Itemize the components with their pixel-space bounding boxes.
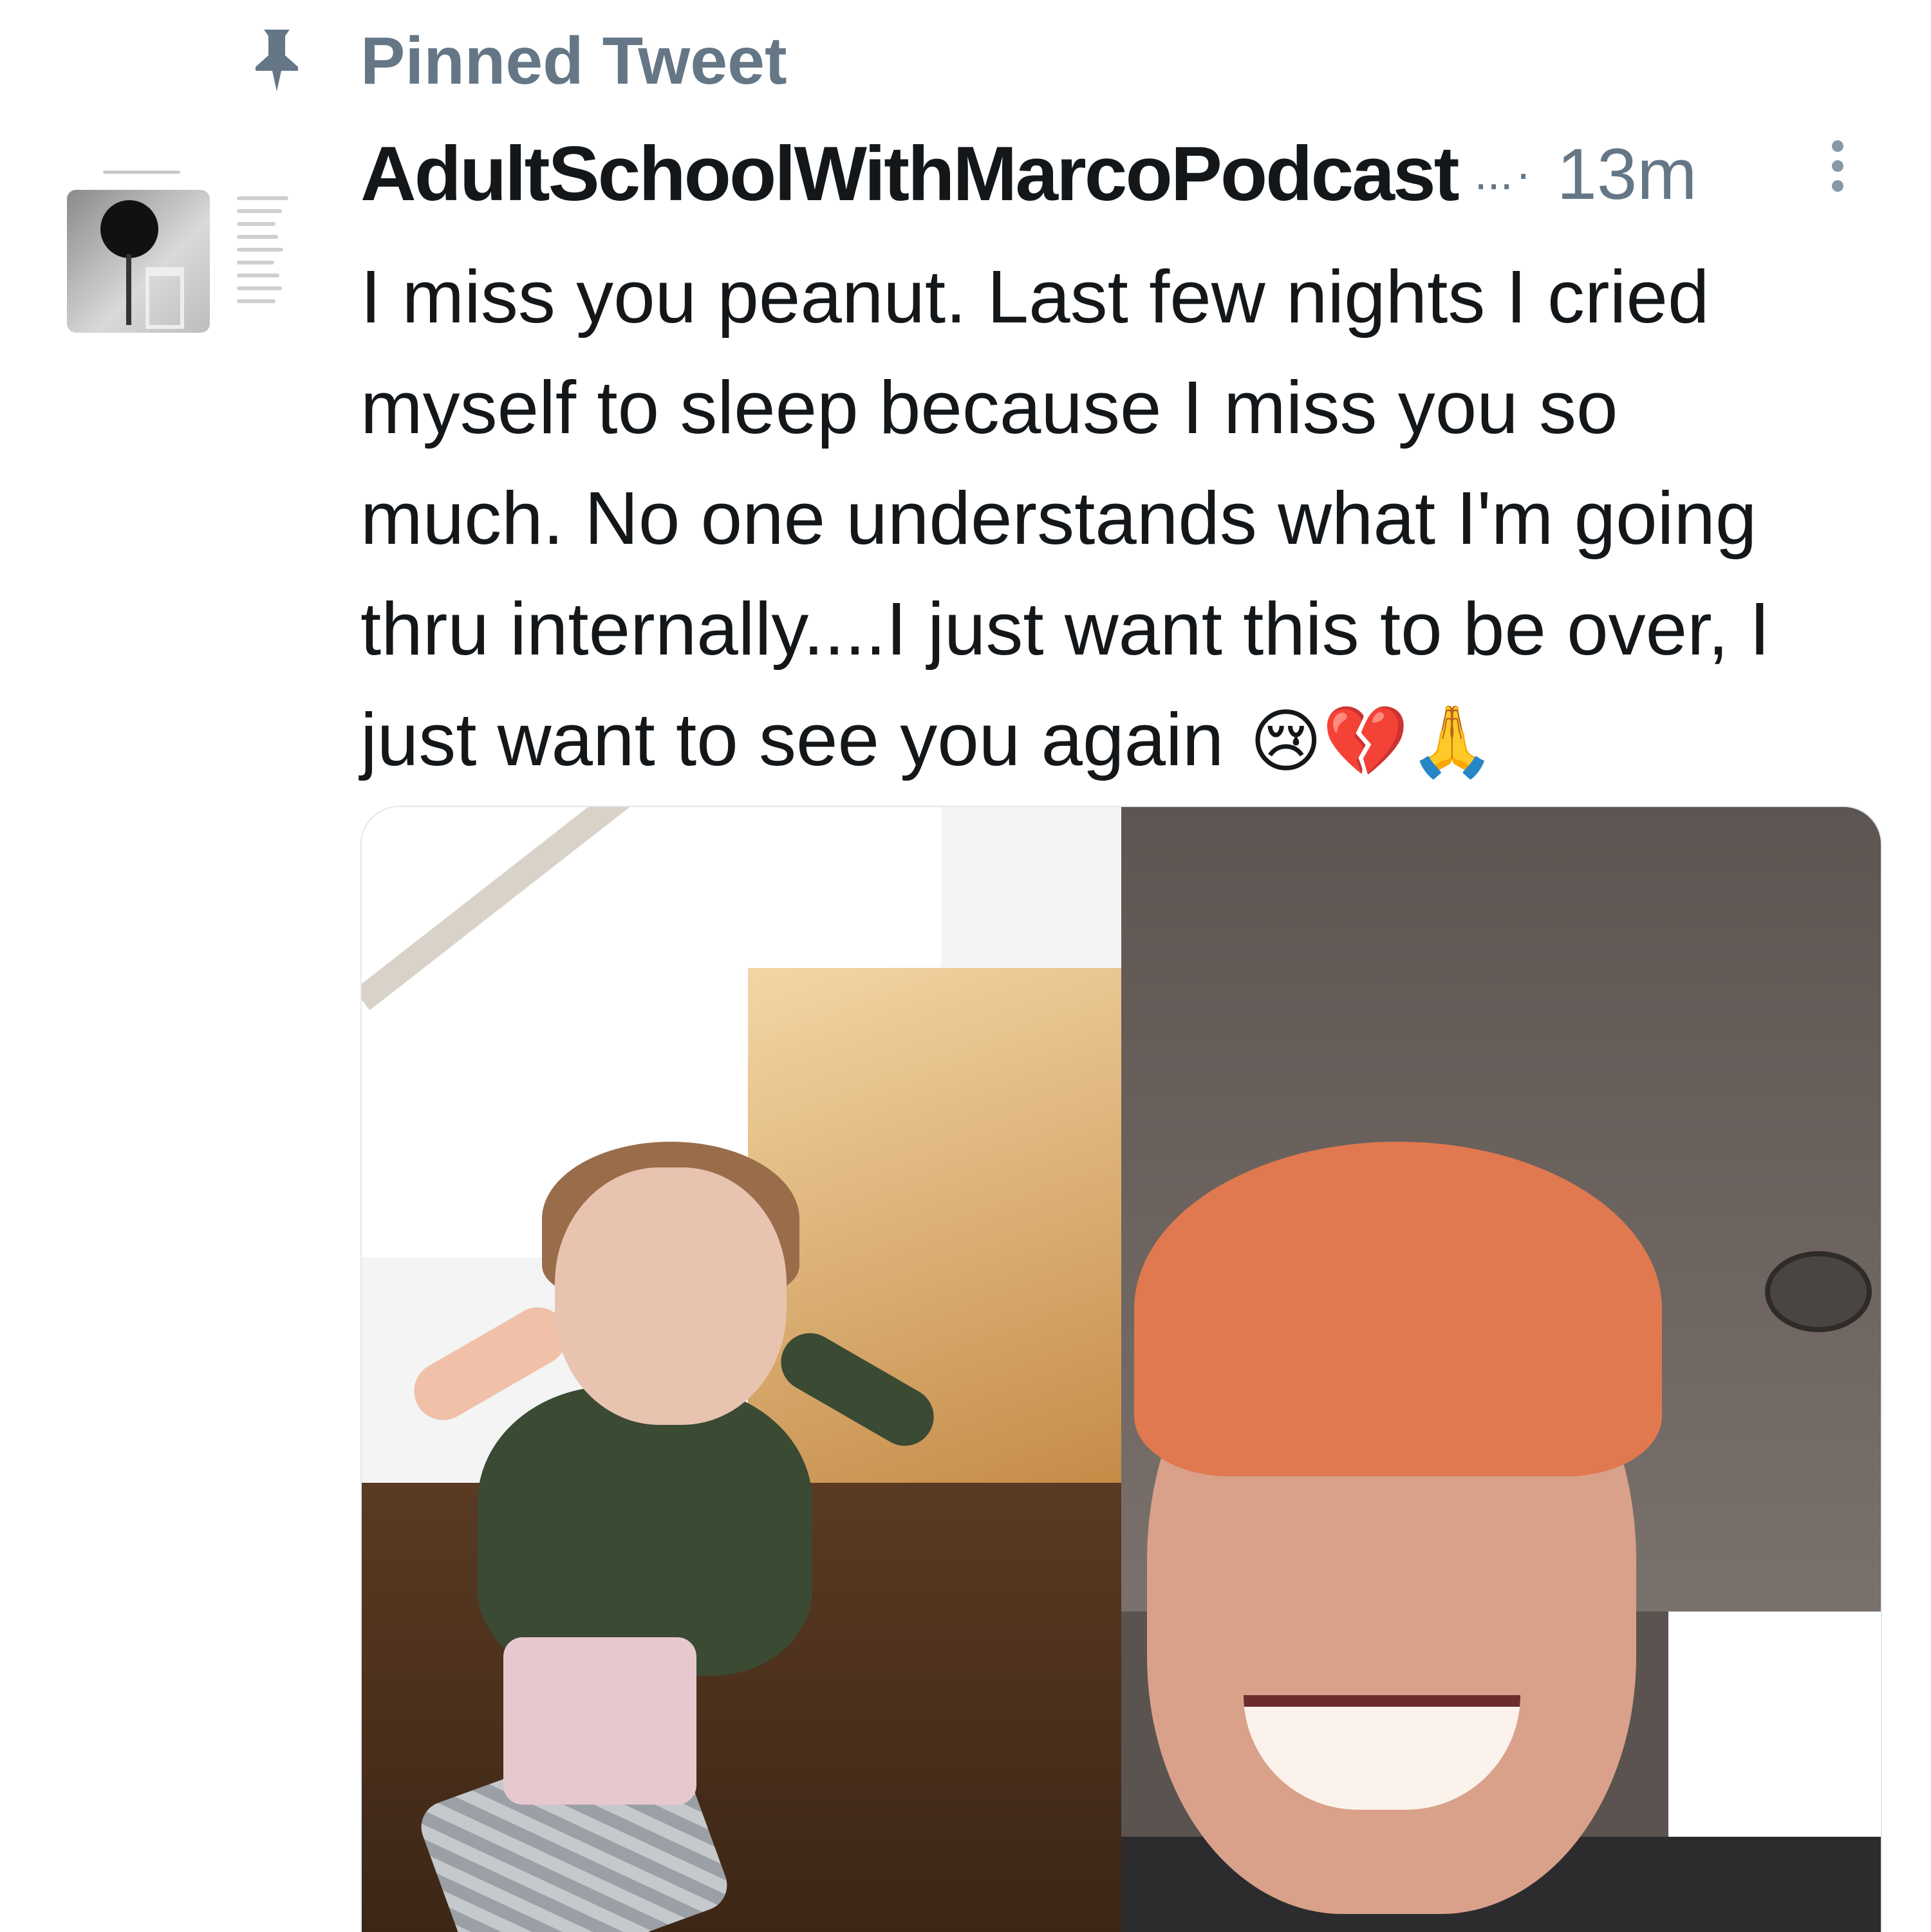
media-photo-man[interactable] (1121, 807, 1881, 1932)
tweet-timestamp[interactable]: 13m (1557, 133, 1697, 216)
tweet-emojis: 😢💔🙏 (1249, 702, 1496, 780)
avatar-photo (67, 190, 210, 333)
pin-icon (256, 30, 298, 91)
author-name[interactable]: AdultSchoolWithMarcoPodcast (360, 129, 1460, 218)
tweet-media[interactable] (360, 806, 1882, 1932)
tweet-header: AdultSchoolWithMarcoPodcast ... · 13m (360, 129, 1697, 218)
more-options-icon[interactable] (1825, 140, 1851, 205)
name-truncation: ... (1474, 148, 1513, 200)
pinned-row (248, 24, 306, 95)
avatar-caption (103, 171, 180, 174)
separator-dot: · (1515, 148, 1531, 200)
avatar[interactable] (64, 158, 322, 383)
tweet-text: I miss you peanut. Last few nights I cri… (360, 241, 1892, 797)
tweet-body: I miss you peanut. Last few nights I cri… (360, 255, 1771, 781)
pinned-label: Pinned Tweet (360, 24, 787, 98)
media-photo-child[interactable] (362, 807, 1121, 1932)
avatar-text-lines (237, 196, 301, 312)
microphone-shape (100, 200, 158, 258)
